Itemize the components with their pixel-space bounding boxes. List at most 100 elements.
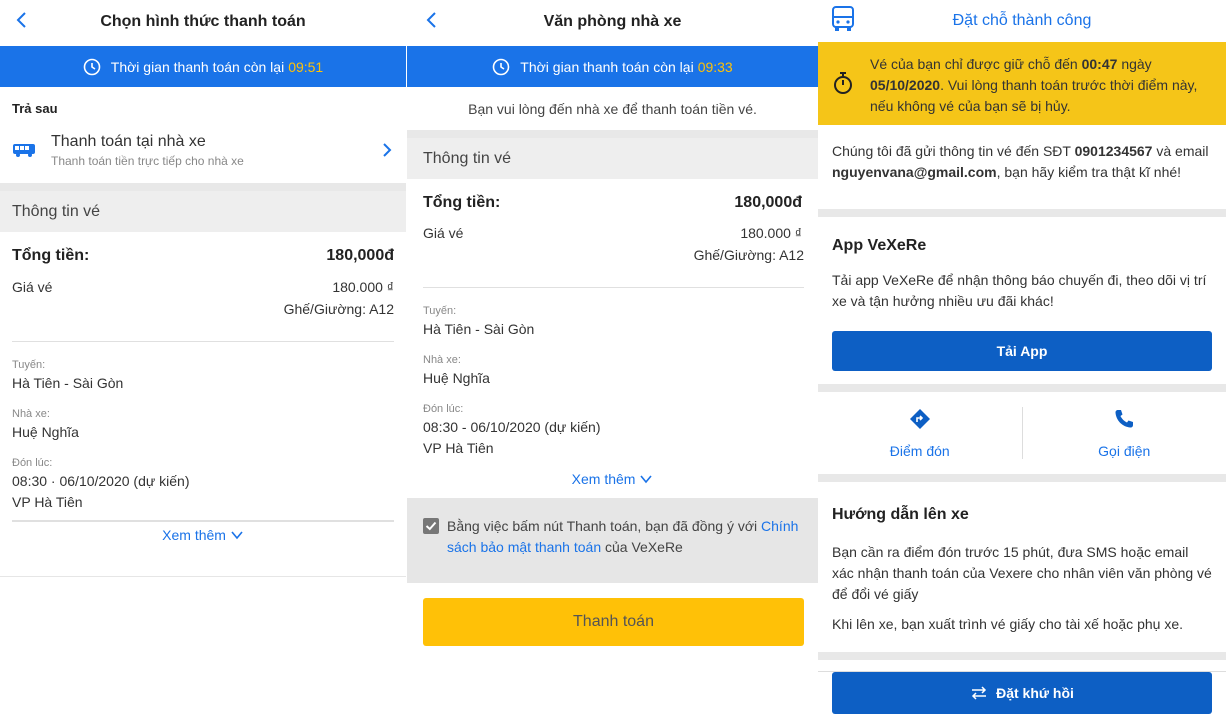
chevron-right-icon bbox=[383, 143, 392, 157]
route-label: Tuyến: bbox=[12, 359, 46, 371]
chevron-down-icon bbox=[640, 475, 652, 484]
divider bbox=[818, 384, 1226, 392]
clock-icon bbox=[492, 58, 510, 75]
bus-icon bbox=[13, 144, 35, 157]
phone-number: 0901234567 bbox=[1074, 143, 1153, 159]
total-row: Tổng tiền: 180,000đ bbox=[407, 194, 818, 212]
app-title: App VeXeRe bbox=[832, 237, 927, 254]
pickup-point-label: Điểm đón bbox=[889, 442, 950, 459]
timer-value: 09:51 bbox=[288, 58, 324, 75]
total-value: 180,000đ bbox=[326, 247, 394, 264]
total-label: Tổng tiền: bbox=[423, 194, 501, 211]
phone-icon bbox=[1115, 409, 1134, 427]
hold-warning-banner: Vé của bạn chỉ được giữ chỗ đến 00:47 ng… bbox=[818, 42, 1226, 125]
see-more-link[interactable]: Xem thêm bbox=[407, 471, 818, 487]
pickup-point-action[interactable]: Điểm đón bbox=[818, 408, 1022, 459]
sent-text-mid: và email bbox=[1156, 143, 1209, 159]
terms-suffix: của VeXeRe bbox=[605, 539, 683, 555]
office-notice: Bạn vui lòng đến nhà xe để thanh toán ti… bbox=[468, 100, 757, 117]
payment-timer-bar: Thời gian thanh toán còn lại 09:33 bbox=[407, 46, 818, 87]
pay-later-heading: Trả sau bbox=[12, 101, 58, 116]
divider bbox=[818, 209, 1226, 217]
guide-paragraph-1: Bạn cần ra điểm đón trước 15 phút, đưa S… bbox=[832, 544, 1212, 602]
operator-label: Nhà xe: bbox=[12, 408, 50, 420]
total-label: Tổng tiền: bbox=[12, 247, 90, 264]
price-row: Giá vé 180.000 ₫ bbox=[407, 225, 818, 241]
seat-info: Ghế/Giường: A12 bbox=[283, 301, 394, 317]
return-trip-label: Đặt khứ hồi bbox=[996, 685, 1074, 701]
email-address: nguyenvana@gmail.com bbox=[832, 164, 997, 180]
route-label: Tuyến: bbox=[423, 305, 457, 317]
page-title: Văn phòng nhà xe bbox=[543, 13, 682, 30]
swap-arrows-icon bbox=[972, 686, 987, 700]
pickup-time: 08:30 · 06/10/2020 (dự kiến) bbox=[12, 473, 190, 489]
payment-method-screen: Chọn hình thức thanh toán Thời gian than… bbox=[0, 0, 406, 720]
bottom-divider bbox=[0, 576, 406, 577]
operator-label: Nhà xe: bbox=[423, 354, 461, 366]
ticket-info-heading: Thông tin vé bbox=[0, 191, 406, 232]
header: Chọn hình thức thanh toán bbox=[0, 0, 406, 46]
price-row: Giá vé 180.000 ₫ bbox=[0, 279, 406, 295]
app-promo-section: App VeXeRe Tải app VeXeRe để nhận thông … bbox=[818, 217, 1226, 384]
route-value: Hà Tiên - Sài Gòn bbox=[423, 321, 535, 337]
hold-text-prefix: Vé của bạn chỉ được giữ chỗ đến bbox=[870, 56, 1078, 72]
operator-value: Huệ Nghĩa bbox=[12, 424, 79, 440]
price-value: 180.000 ₫ bbox=[740, 225, 802, 241]
header: Đặt chỗ thành công bbox=[818, 0, 1226, 42]
pickup-place: VP Hà Tiên bbox=[12, 494, 83, 510]
terms-agreement: Bằng việc bấm nút Thanh toán, bạn đã đồn… bbox=[407, 498, 818, 583]
divider bbox=[818, 660, 1226, 672]
terms-prefix: Bằng việc bấm nút Thanh toán, bạn đã đồn… bbox=[447, 518, 758, 534]
see-more-link[interactable]: Xem thêm bbox=[0, 527, 406, 543]
timer-label: Thời gian thanh toán còn lại bbox=[520, 58, 694, 75]
guide-title: Hướng dẫn lên xe bbox=[832, 506, 969, 523]
divider bbox=[818, 652, 1226, 660]
return-trip-button[interactable]: Đặt khứ hồi bbox=[832, 672, 1212, 714]
hold-date: 05/10/2020 bbox=[870, 77, 941, 93]
see-more-label: Xem thêm bbox=[571, 471, 636, 487]
total-row: Tổng tiền: 180,000đ bbox=[0, 247, 406, 265]
booking-success-screen: Đặt chỗ thành công Vé của bạn chỉ được g… bbox=[818, 0, 1226, 720]
see-more-label: Xem thêm bbox=[162, 527, 226, 543]
sent-text-prefix: Chúng tôi đã gửi thông tin vé đến SĐT bbox=[832, 143, 1071, 159]
pay-at-operator-option[interactable]: Thanh toán tại nhà xe Thanh toán tiền tr… bbox=[0, 130, 406, 170]
download-app-button[interactable]: Tải App bbox=[832, 331, 1212, 371]
quick-actions: Điểm đón Gọi điện bbox=[818, 392, 1226, 474]
directions-icon bbox=[909, 408, 930, 429]
option-subtitle: Thanh toán tiền trực tiếp cho nhà xe bbox=[51, 153, 244, 168]
boarding-guide-section: Hướng dẫn lên xe Bạn cần ra điểm đón trư… bbox=[818, 482, 1226, 652]
call-action[interactable]: Gọi điện bbox=[1023, 408, 1226, 459]
payment-timer-bar: Thời gian thanh toán còn lại 09:51 bbox=[0, 46, 406, 87]
seat-info: Ghế/Giường: A12 bbox=[693, 247, 804, 263]
clock-icon bbox=[83, 58, 101, 75]
hold-warning-text: Vé của bạn chỉ được giữ chỗ đến 00:47 ng… bbox=[870, 54, 1212, 125]
header: Văn phòng nhà xe bbox=[407, 0, 818, 46]
hold-time: 00:47 bbox=[1081, 56, 1118, 72]
checkbox-checked-icon[interactable] bbox=[423, 518, 439, 534]
terms-text: Bằng việc bấm nút Thanh toán, bạn đã đồn… bbox=[447, 516, 802, 583]
divider bbox=[12, 520, 394, 522]
option-title: Thanh toán tại nhà xe bbox=[51, 132, 206, 150]
timer-label: Thời gian thanh toán còn lại bbox=[110, 58, 285, 75]
app-description: Tải app VeXeRe để nhận thông báo chuyến … bbox=[832, 272, 1207, 309]
pickup-place: VP Hà Tiên bbox=[423, 440, 494, 456]
pickup-label: Đón lúc: bbox=[12, 457, 53, 469]
page-title: Chọn hình thức thanh toán bbox=[100, 13, 306, 30]
divider bbox=[0, 183, 406, 191]
pickup-label: Đón lúc: bbox=[423, 403, 464, 415]
operator-value: Huệ Nghĩa bbox=[423, 370, 490, 386]
call-label: Gọi điện bbox=[1098, 442, 1151, 459]
page-title: Đặt chỗ thành công bbox=[952, 12, 1092, 29]
sent-text-suffix: , bạn hãy kiểm tra thật kĩ nhé! bbox=[996, 164, 1182, 180]
price-label: Giá vé bbox=[12, 279, 53, 295]
ticket-sent-notice: Chúng tôi đã gửi thông tin vé đến SĐT 09… bbox=[818, 125, 1226, 209]
total-value: 180,000đ bbox=[734, 194, 802, 211]
guide-paragraph-2: Khi lên xe, bạn xuất trình vé giấy cho t… bbox=[832, 616, 1183, 632]
price-label: Giá vé bbox=[423, 225, 464, 241]
pickup-time: 08:30 - 06/10/2020 (dự kiến) bbox=[423, 419, 601, 435]
operator-office-screen: Văn phòng nhà xe Thời gian thanh toán cò… bbox=[407, 0, 818, 720]
hold-text-mid: ngày bbox=[1121, 56, 1152, 72]
pay-button[interactable]: Thanh toán bbox=[423, 598, 804, 646]
route-value: Hà Tiên - Sài Gòn bbox=[12, 375, 124, 391]
chevron-down-icon bbox=[231, 531, 243, 540]
